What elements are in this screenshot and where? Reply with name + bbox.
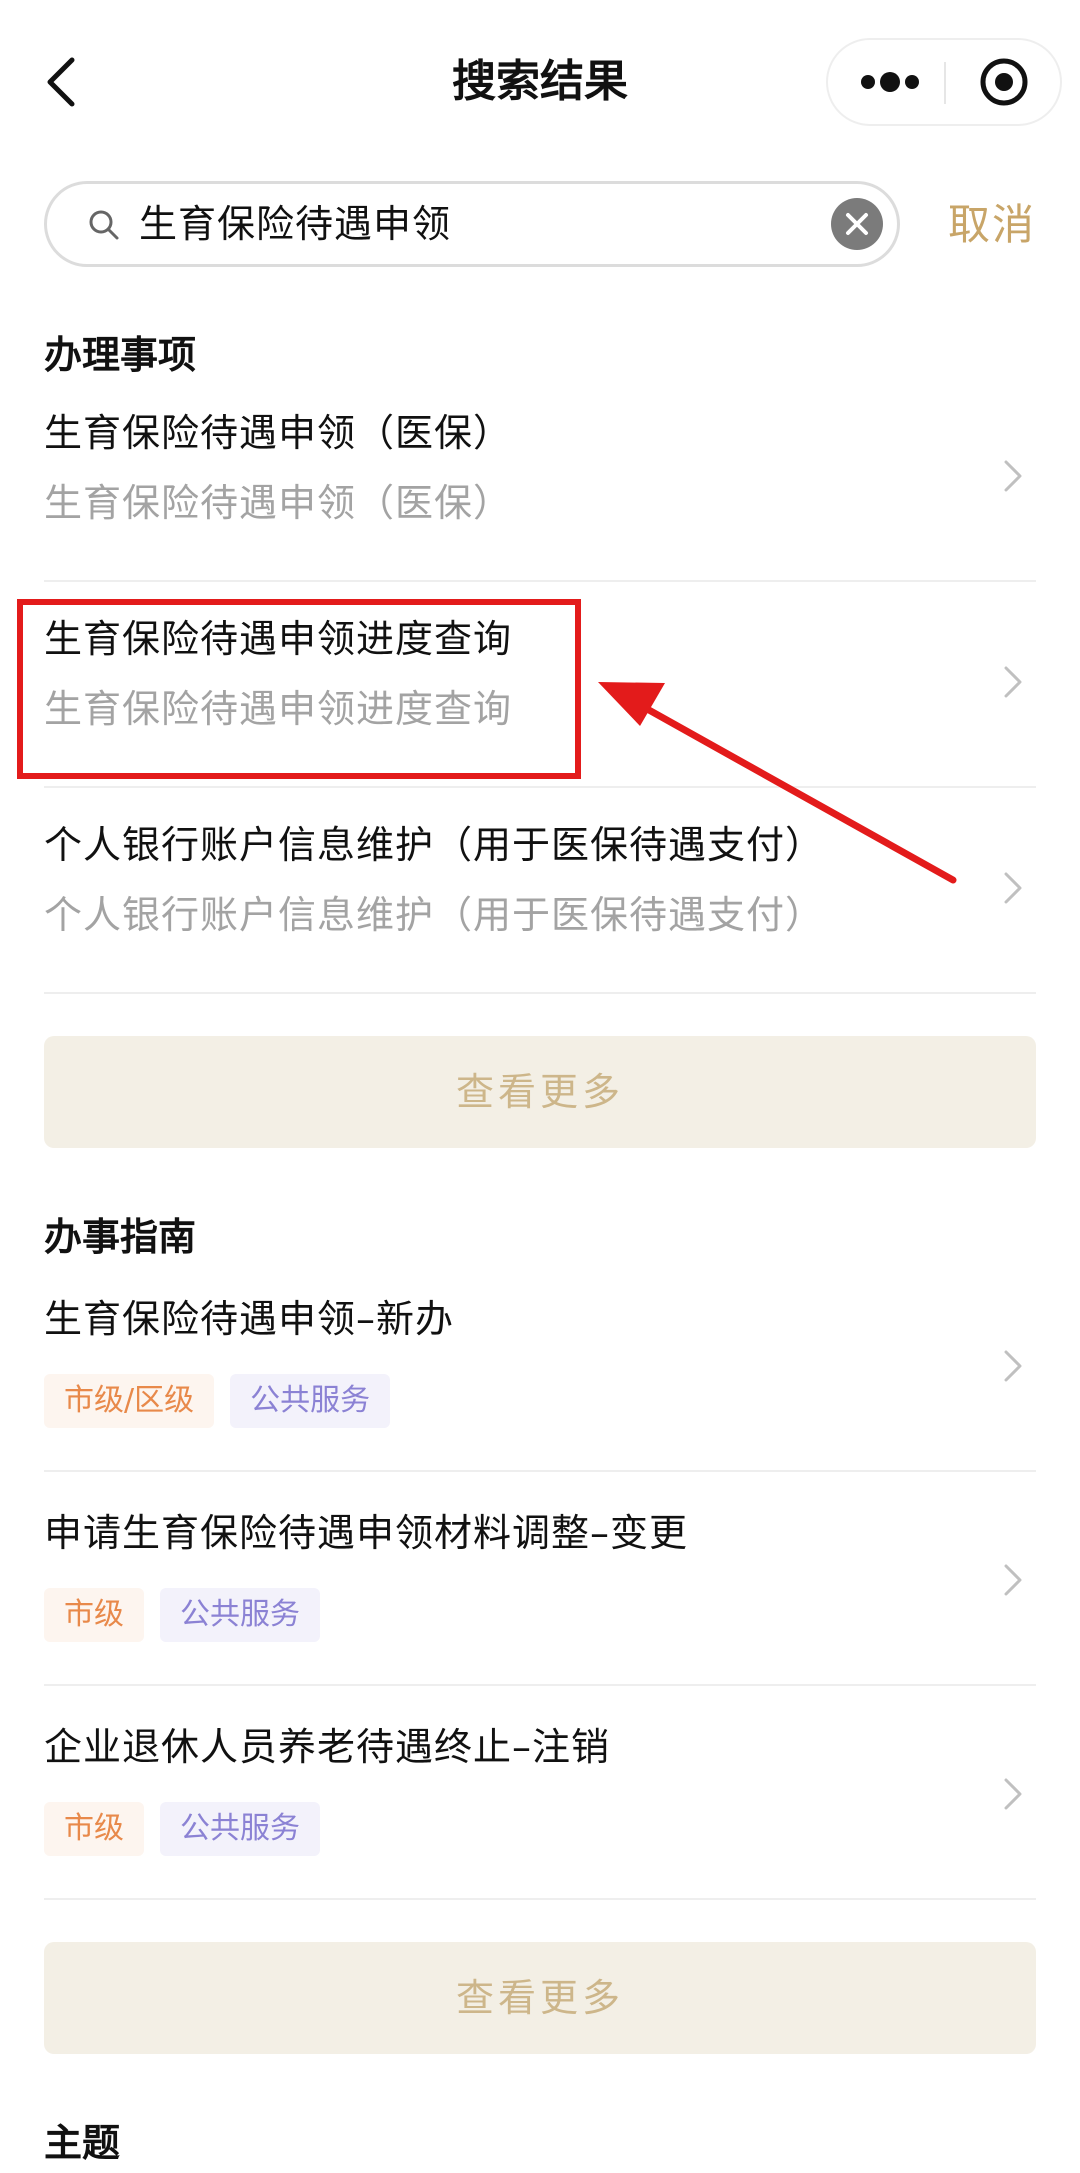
level-tag: 市级 bbox=[44, 1802, 144, 1856]
tag-group: 市级/区级 公共服务 bbox=[44, 1374, 391, 1428]
item-title: 个人银行账户信息维护（用于医保待遇支付） bbox=[44, 823, 825, 867]
annotation-highlight-box bbox=[17, 599, 581, 779]
guide-item[interactable]: 申请生育保险待遇申领材料调整–变更 市级 公共服务 bbox=[44, 1472, 1036, 1686]
more-button[interactable] bbox=[828, 40, 944, 124]
section-title-items: 办理事项 bbox=[44, 333, 197, 377]
chevron-right-icon bbox=[1004, 460, 1022, 492]
target-icon bbox=[980, 58, 1028, 106]
mini-program-capsule bbox=[826, 38, 1062, 126]
search-bar[interactable]: 生育保险待遇申领 bbox=[44, 181, 900, 267]
top-bar: 搜索结果 bbox=[0, 0, 1080, 165]
type-tag: 公共服务 bbox=[160, 1588, 320, 1642]
item-title: 生育保险待遇申领（医保） bbox=[44, 411, 513, 455]
clear-search-button[interactable] bbox=[831, 198, 883, 250]
more-dots-icon bbox=[861, 72, 919, 92]
list-item[interactable]: 生育保险待遇申领（医保） 生育保险待遇申领（医保） bbox=[44, 376, 1036, 582]
chevron-right-icon bbox=[1004, 1350, 1022, 1382]
clear-icon bbox=[846, 213, 868, 235]
cancel-button[interactable]: 取消 bbox=[948, 190, 1036, 260]
search-icon bbox=[89, 210, 119, 240]
chevron-right-icon bbox=[1004, 872, 1022, 904]
section-title-topics: 主题 bbox=[44, 2121, 121, 2165]
list-item[interactable]: 个人银行账户信息维护（用于医保待遇支付） 个人银行账户信息维护（用于医保待遇支付… bbox=[44, 788, 1036, 994]
guide-title: 生育保险待遇申领–新办 bbox=[44, 1297, 455, 1341]
view-more-guides-button[interactable]: 查看更多 bbox=[44, 1942, 1036, 2054]
type-tag: 公共服务 bbox=[230, 1374, 391, 1428]
guide-item[interactable]: 企业退休人员养老待遇终止–注销 市级 公共服务 bbox=[44, 1686, 1036, 1900]
guide-item[interactable]: 生育保险待遇申领–新办 市级/区级 公共服务 bbox=[44, 1258, 1036, 1472]
chevron-right-icon bbox=[1004, 666, 1022, 698]
level-tag: 市级 bbox=[44, 1588, 144, 1642]
type-tag: 公共服务 bbox=[160, 1802, 320, 1856]
item-subtitle: 生育保险待遇申领（医保） bbox=[44, 481, 513, 525]
search-input[interactable]: 生育保险待遇申领 bbox=[139, 184, 451, 264]
chevron-right-icon bbox=[1004, 1778, 1022, 1810]
guide-title: 申请生育保险待遇申领材料调整–变更 bbox=[44, 1511, 689, 1555]
item-subtitle: 个人银行账户信息维护（用于医保待遇支付） bbox=[44, 893, 825, 937]
guide-title: 企业退休人员养老待遇终止–注销 bbox=[44, 1725, 611, 1769]
view-more-items-button[interactable]: 查看更多 bbox=[44, 1036, 1036, 1148]
chevron-right-icon bbox=[1004, 1564, 1022, 1596]
level-tag: 市级/区级 bbox=[44, 1374, 215, 1428]
section-title-guides: 办事指南 bbox=[44, 1215, 197, 1259]
capsule-divider bbox=[944, 62, 946, 104]
close-mini-program-button[interactable] bbox=[948, 40, 1062, 124]
tag-group: 市级 公共服务 bbox=[44, 1802, 320, 1856]
tag-group: 市级 公共服务 bbox=[44, 1588, 320, 1642]
